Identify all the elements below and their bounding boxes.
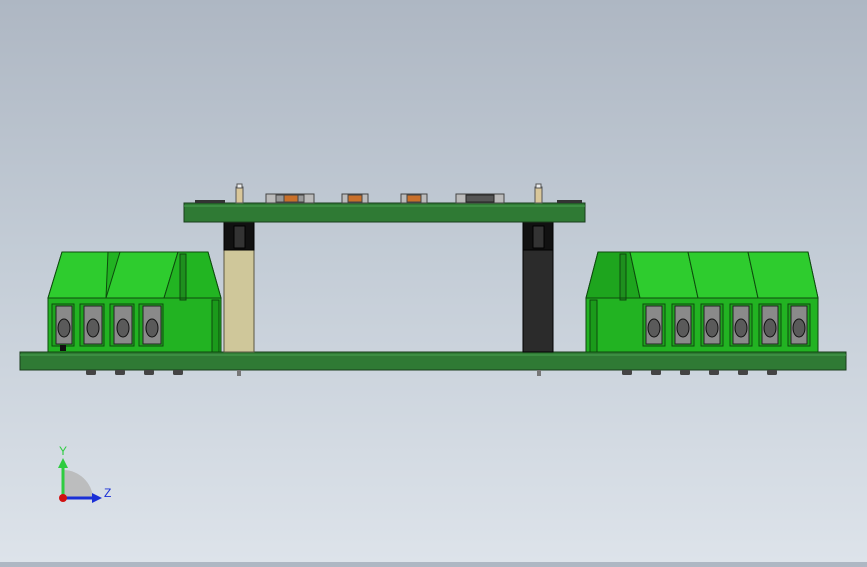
- coordinate-triad[interactable]: Y Z: [58, 444, 111, 503]
- right-standoff[interactable]: [522, 221, 554, 353]
- model-view[interactable]: Y Z: [0, 0, 867, 562]
- right-terminal-block[interactable]: [585, 251, 819, 353]
- z-axis-label: Z: [104, 486, 111, 500]
- x-axis-dot-icon: [59, 494, 67, 502]
- top-pcb[interactable]: [183, 202, 586, 223]
- top-components: [195, 183, 582, 204]
- bottom-pins: [86, 370, 777, 376]
- y-axis-label: Y: [59, 444, 67, 458]
- main-pcb[interactable]: [19, 351, 847, 371]
- left-standoff[interactable]: [223, 221, 255, 353]
- triad-plane-icon: [63, 469, 93, 498]
- left-terminal-block[interactable]: [47, 251, 222, 353]
- cad-viewport[interactable]: Y Z: [0, 0, 867, 562]
